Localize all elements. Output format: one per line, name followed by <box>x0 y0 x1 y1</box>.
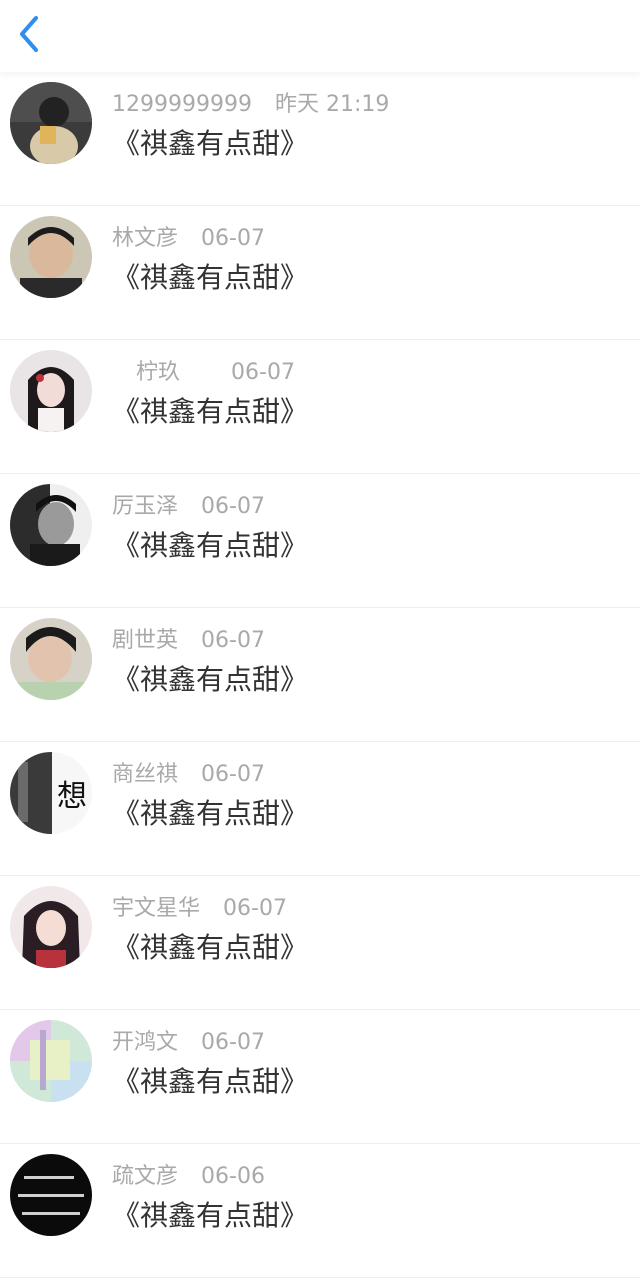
message-time: 06-07 <box>201 1030 265 1055</box>
message-title: 《祺鑫有点甜》 <box>112 1065 309 1098</box>
back-button[interactable] <box>8 12 48 60</box>
message-title: 《祺鑫有点甜》 <box>112 127 309 160</box>
avatar-text: 想 <box>57 779 87 814</box>
sender-name: 厉玉泽 <box>112 494 179 519</box>
message-time: 06-07 <box>201 226 265 251</box>
list-item[interactable]: 厉玉泽 06-07 《祺鑫有点甜》 <box>0 474 640 608</box>
message-title: 《祺鑫有点甜》 <box>112 395 309 428</box>
avatar <box>10 1020 92 1102</box>
list-item[interactable]: 林文彦 06-07 《祺鑫有点甜》 <box>0 206 640 340</box>
message-time: 06-06 <box>201 1164 265 1189</box>
message-time: 06-07 <box>231 360 295 385</box>
divider <box>0 1277 640 1278</box>
avatar <box>10 484 92 566</box>
message-time: 06-07 <box>201 628 265 653</box>
message-title: 《祺鑫有点甜》 <box>112 261 309 294</box>
message-time: 06-07 <box>201 762 265 787</box>
message-title: 《祺鑫有点甜》 <box>112 931 309 964</box>
avatar: 想 <box>10 752 92 834</box>
message-title: 《祺鑫有点甜》 <box>112 529 309 562</box>
sender-name: 疏文彦 <box>112 1164 179 1189</box>
sender-name: 开鸿文 <box>112 1030 179 1055</box>
message-title: 《祺鑫有点甜》 <box>112 663 309 696</box>
avatar <box>10 1154 92 1236</box>
avatar <box>10 350 92 432</box>
list-item[interactable]: 疏文彦 06-06 《祺鑫有点甜》 <box>0 1144 640 1278</box>
message-time: 06-07 <box>201 494 265 519</box>
top-bar <box>0 0 640 72</box>
message-list: 1299999999 昨天 21:19 《祺鑫有点甜》 林文彦 06-07 《祺… <box>0 72 640 1278</box>
list-item[interactable]: 开鸿文 06-07 《祺鑫有点甜》 <box>0 1010 640 1144</box>
list-item[interactable]: 柠玖 06-07 《祺鑫有点甜》 <box>0 340 640 474</box>
avatar <box>10 618 92 700</box>
message-title: 《祺鑫有点甜》 <box>112 797 309 830</box>
message-time: 06-07 <box>223 896 287 921</box>
list-item[interactable]: 剧世英 06-07 《祺鑫有点甜》 <box>0 608 640 742</box>
avatar <box>10 82 92 164</box>
sender-name: 剧世英 <box>112 628 179 653</box>
sender-name: 宇文星华 <box>112 896 201 921</box>
sender-name: 柠玖 <box>136 360 181 385</box>
list-item[interactable]: 宇文星华 06-07 《祺鑫有点甜》 <box>0 876 640 1010</box>
list-item[interactable]: 想 商丝祺 06-07 《祺鑫有点甜》 <box>0 742 640 876</box>
list-item[interactable]: 1299999999 昨天 21:19 《祺鑫有点甜》 <box>0 72 640 206</box>
sender-name: 林文彦 <box>112 226 179 251</box>
avatar <box>10 216 92 298</box>
message-title: 《祺鑫有点甜》 <box>112 1199 309 1232</box>
chevron-left-icon <box>16 14 40 58</box>
sender-name: 商丝祺 <box>112 762 179 787</box>
sender-name: 1299999999 <box>112 92 252 117</box>
message-time: 昨天 21:19 <box>274 92 390 117</box>
avatar <box>10 886 92 968</box>
